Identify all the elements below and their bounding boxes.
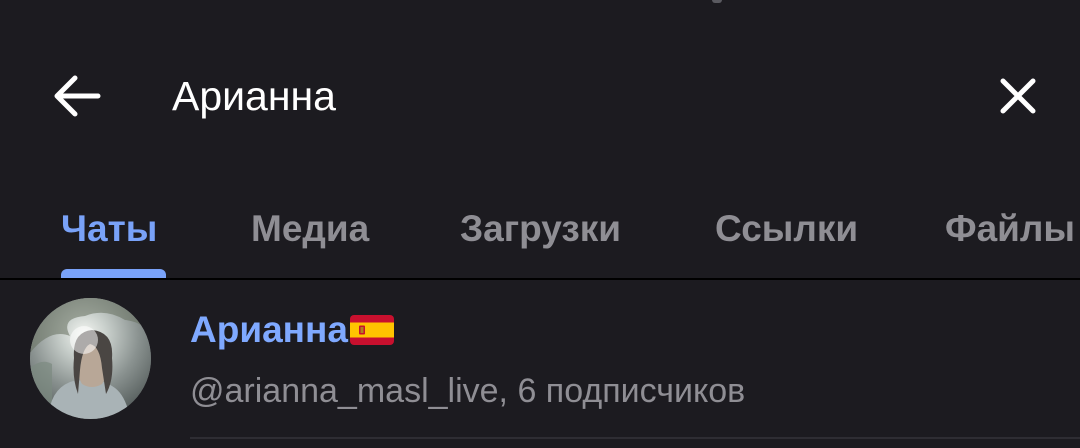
tab-media[interactable]: Медиа [251,180,369,278]
search-input[interactable] [172,66,952,126]
tab-files[interactable]: Файлы [945,180,1075,278]
result-title: Арианна [190,306,394,354]
search-tabs: Чаты Медиа Загрузки Ссылки Файлы [0,180,1080,280]
flag-spain-icon [349,315,394,345]
result-name: Арианна [190,309,348,350]
back-button[interactable] [36,56,116,136]
search-screen: Чаты Медиа Загрузки Ссылки Файлы [0,0,1080,448]
search-bar [0,4,1080,180]
search-result-row[interactable]: Арианна @arianna_masl_live, 6 подписчико… [0,280,1080,448]
tab-links[interactable]: Ссылки [715,180,858,278]
arrow-left-icon [54,75,101,117]
status-indicator [712,0,722,3]
tab-downloads[interactable]: Загрузки [460,180,621,278]
result-subtitle: @arianna_masl_live, 6 подписчиков [190,371,746,410]
avatar [30,298,151,419]
row-divider [190,437,1080,439]
avatar-photo [30,298,151,419]
close-icon [1000,78,1036,114]
clear-search-button[interactable] [978,56,1058,136]
tab-chats[interactable]: Чаты [61,180,157,278]
active-tab-indicator [61,269,166,278]
